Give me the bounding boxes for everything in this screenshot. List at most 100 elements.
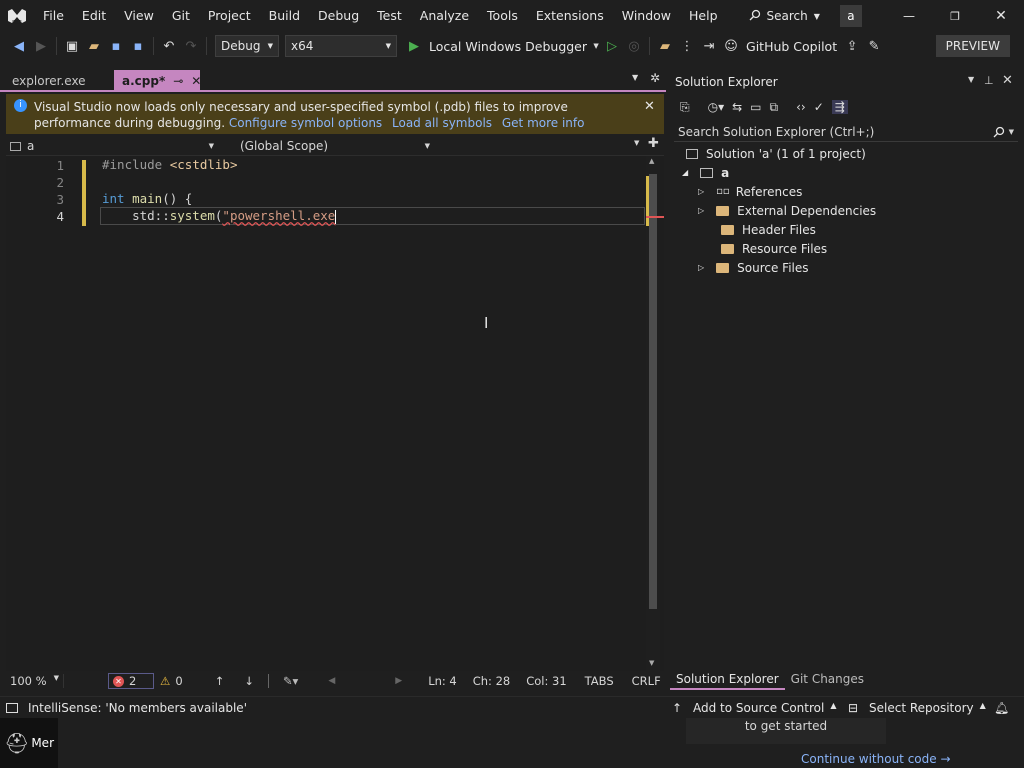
line-ending-indicator[interactable]: CRLF — [632, 674, 661, 688]
save-all-icon[interactable]: ▪ — [127, 35, 149, 57]
tabs-indicator[interactable]: TABS — [585, 674, 614, 688]
menu-debug[interactable]: Debug — [309, 0, 368, 32]
output-icon[interactable] — [6, 702, 18, 713]
menu-test[interactable]: Test — [368, 0, 411, 32]
brush-icon[interactable]: ✎▾ — [283, 674, 298, 688]
tab-solution-explorer[interactable]: Solution Explorer — [670, 668, 785, 690]
select-repository-button[interactable]: Select Repository ▲ — [869, 701, 986, 715]
menu-tools[interactable]: Tools — [478, 0, 527, 32]
load-all-symbols-link[interactable]: Load all symbols — [392, 116, 492, 130]
menu-help[interactable]: Help — [680, 0, 727, 32]
solution-search-input[interactable]: Search Solution Explorer (Ctrl+;) ▼ — [674, 122, 1018, 142]
add-to-source-control-button[interactable]: Add to Source Control ▲ — [693, 701, 836, 715]
member-dropdown-icon[interactable]: ▼ — [634, 139, 639, 147]
share-icon[interactable]: ⇪ — [841, 35, 863, 57]
split-editor-icon[interactable]: ✚ — [648, 136, 659, 151]
undo-icon[interactable]: ↶ — [158, 35, 180, 57]
project-dropdown[interactable]: a ▼ — [10, 138, 214, 154]
code-editor[interactable]: 1 #include <cstdlib> 2 3 int main() { 4 … — [6, 156, 664, 671]
restore-button[interactable]: ❐ — [932, 0, 978, 32]
search-button[interactable]: Search ▼ — [741, 4, 828, 28]
scroll-up-icon[interactable]: ▲ — [649, 157, 654, 165]
char-indicator[interactable]: Ch: 28 — [473, 674, 510, 688]
error-count[interactable]: ✕ 2 — [108, 673, 154, 689]
scroll-right-icon[interactable]: ▶ — [395, 676, 402, 686]
get-more-info-link[interactable]: Get more info — [502, 116, 585, 130]
tab-git-changes[interactable]: Git Changes — [785, 668, 870, 690]
continue-without-code-link[interactable]: Continue without code → — [801, 752, 951, 766]
tree-item-resource-files[interactable]: Resource Files — [721, 239, 827, 258]
notifications-icon[interactable]: 🔔︎ — [994, 701, 1009, 715]
properties-icon[interactable]: ✓ — [814, 100, 824, 114]
history-icon[interactable]: ◷▾ — [708, 100, 725, 114]
minimize-button[interactable]: — — [886, 0, 932, 32]
gear-icon[interactable]: ✲ — [650, 71, 660, 85]
menu-build[interactable]: Build — [260, 0, 309, 32]
menu-edit[interactable]: Edit — [73, 0, 115, 32]
tree-item-source-files[interactable]: ▷ Source Files — [698, 258, 809, 277]
previous-issue-icon[interactable]: ↑ — [215, 674, 225, 688]
tree-project[interactable]: ◢ a — [682, 163, 729, 182]
panel-menu-icon[interactable]: ▼ — [968, 75, 974, 84]
next-issue-icon[interactable]: ↓ — [244, 674, 254, 688]
hot-reload-icon[interactable]: ◎ — [623, 35, 645, 57]
sync-icon[interactable]: ⇆ — [732, 100, 742, 114]
menu-project[interactable]: Project — [199, 0, 260, 32]
menu-analyze[interactable]: Analyze — [411, 0, 478, 32]
save-icon[interactable]: ▪ — [105, 35, 127, 57]
vertical-scrollbar[interactable]: ▲ ▼ — [646, 156, 664, 671]
scope-dropdown[interactable]: (Global Scope) ▼ — [240, 138, 430, 154]
tree-item-header-files[interactable]: Header Files — [721, 220, 816, 239]
menu-window[interactable]: Window — [613, 0, 680, 32]
debugger-button[interactable]: Local Windows Debugger — [425, 39, 591, 54]
menu-file[interactable]: File — [34, 0, 73, 32]
col-indicator[interactable]: Col: 31 — [526, 674, 566, 688]
open-folder-icon[interactable]: ▰ — [83, 35, 105, 57]
menu-view[interactable]: View — [115, 0, 163, 32]
feedback-icon[interactable]: ✎ — [863, 35, 885, 57]
pin-icon[interactable]: ⊥ — [984, 74, 994, 87]
tree-solution[interactable]: Solution 'a' (1 of 1 project) — [686, 144, 866, 163]
tab-a-cpp[interactable]: a.cpp* ⊸ ✕ — [114, 70, 201, 92]
menu-git[interactable]: Git — [163, 0, 199, 32]
tab-overflow-icon[interactable]: ▼ — [632, 73, 638, 82]
scroll-left-icon[interactable]: ◀ — [328, 676, 335, 686]
show-all-files-icon[interactable]: ⧉ — [770, 100, 779, 115]
switch-views-icon[interactable]: ⎘ — [674, 100, 690, 115]
configure-symbol-options-link[interactable]: Configure symbol options — [229, 116, 382, 130]
tree-item-references[interactable]: ▷ ▫▫ References — [698, 182, 802, 201]
copilot-icon[interactable]: ☺ — [720, 35, 742, 57]
folder-icon[interactable]: ▰ — [654, 35, 676, 57]
breakpoints-icon[interactable]: ⋮ — [676, 35, 698, 57]
account-badge[interactable]: a — [839, 5, 862, 27]
scroll-down-icon[interactable]: ▼ — [649, 659, 654, 667]
redo-icon[interactable]: ↷ — [180, 35, 202, 57]
menu-extensions[interactable]: Extensions — [527, 0, 613, 32]
back-icon[interactable]: ◀ — [8, 35, 30, 57]
close-tab-icon[interactable]: ✕ — [191, 74, 201, 88]
start-debugging-icon[interactable]: ▶ — [403, 35, 425, 57]
tree-item-external-dependencies[interactable]: ▷ External Dependencies — [698, 201, 876, 220]
code-view-icon[interactable]: ‹› — [796, 100, 806, 114]
forward-icon[interactable]: ▶ — [30, 35, 52, 57]
step-icon[interactable]: ⇥ — [698, 35, 720, 57]
pin-icon[interactable]: ⊸ — [173, 74, 183, 88]
start-without-debugging-icon[interactable]: ▷ — [601, 35, 623, 57]
chevron-down-icon[interactable]: ▼ — [591, 35, 601, 57]
close-panel-icon[interactable]: ✕ — [1002, 73, 1013, 88]
close-window-button[interactable]: ✕ — [978, 0, 1024, 32]
preview-button[interactable]: PREVIEW — [935, 35, 1010, 57]
line-indicator[interactable]: Ln: 4 — [428, 674, 457, 688]
platform-select[interactable]: x64 ▼ — [285, 35, 397, 57]
tab-explorer-exe[interactable]: explorer.exe — [4, 70, 114, 92]
new-item-icon[interactable]: ▣ — [61, 35, 83, 57]
scrollbar-thumb[interactable] — [649, 174, 657, 609]
preview-selected-icon[interactable]: ⇶ — [831, 100, 848, 114]
warning-count[interactable]: ⚠ 0 — [160, 674, 183, 688]
taskbar-app-button[interactable]: ⛑ Mer — [0, 718, 58, 768]
configuration-select[interactable]: Debug ▼ — [215, 35, 279, 57]
zoom-select[interactable]: 100 % ▼ — [6, 674, 64, 688]
close-infobar-icon[interactable]: ✕ — [644, 99, 655, 114]
collapse-all-icon[interactable]: ▭ — [750, 100, 761, 114]
copilot-button[interactable]: GitHub Copilot — [742, 39, 841, 54]
